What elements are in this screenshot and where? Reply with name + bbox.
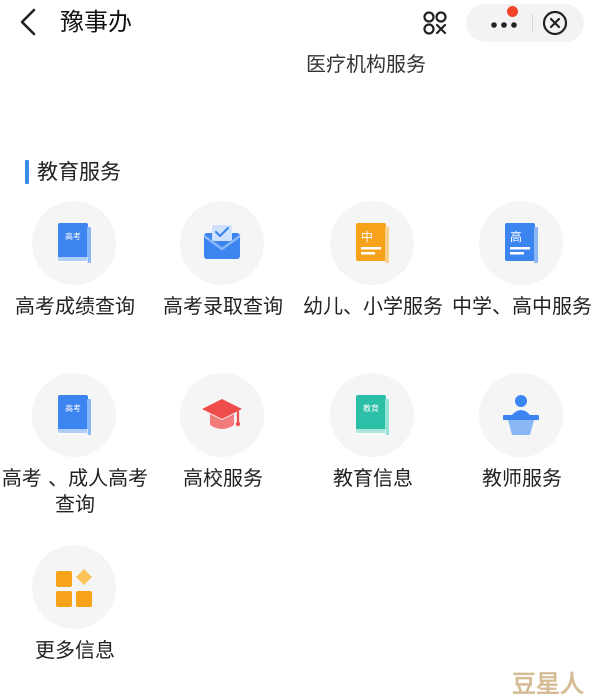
gaokao-book-icon: 高考 (58, 223, 91, 263)
book-icon-text: 高考 (65, 403, 81, 413)
grid-more-icon (56, 569, 92, 607)
section-title: 教育服务 (37, 160, 121, 184)
service-tile-label: 幼儿、小学服务 (303, 294, 443, 318)
top-bar: 豫事办 (0, 0, 594, 46)
service-icon-circle (479, 373, 563, 457)
capsule-divider (532, 14, 533, 32)
service-tile-label: 高考 、成人高考查询 (1, 466, 149, 516)
graduation-cap-icon (202, 399, 242, 429)
service-tile-label: 中学、高中服务 (452, 294, 592, 318)
mail-check-icon (203, 225, 241, 259)
book-icon-text: 中 (361, 229, 373, 244)
primary-school-book-icon: 中 (356, 223, 389, 263)
book-icon-text: 高 (510, 229, 522, 244)
notification-dot (507, 6, 518, 17)
back-button[interactable] (14, 6, 44, 38)
book-icon-text: 高考 (65, 231, 81, 241)
service-icon-circle (32, 545, 116, 629)
teacher-podium-icon (503, 395, 539, 435)
service-icon-circle: 教育 (330, 373, 414, 457)
section-accent-bar (25, 160, 29, 184)
more-button[interactable] (486, 12, 526, 34)
mini-program-capsule (466, 4, 584, 42)
service-tile-label: 高校服务 (183, 466, 263, 490)
education-info-book-icon: 教育 (356, 395, 389, 435)
service-tile-label: 更多信息 (35, 638, 115, 662)
close-button[interactable] (542, 10, 568, 36)
service-icon-circle (180, 373, 264, 457)
high-school-book-icon: 高 (505, 223, 538, 263)
service-icon-circle: 中 (330, 201, 414, 285)
scan-button[interactable] (415, 4, 455, 42)
service-tile-label: 高考录取查询 (163, 294, 283, 318)
close-circle-icon (542, 10, 568, 36)
watermark: 豆星人 (512, 670, 584, 698)
service-icon-circle: 高考 (32, 201, 116, 285)
page-title: 豫事办 (60, 8, 132, 36)
service-icon-circle: 高 (479, 201, 563, 285)
service-tile-label: 教育信息 (333, 466, 413, 490)
book-icon-text: 教育 (363, 403, 379, 413)
adult-exam-book-icon: 高考 (58, 395, 91, 435)
more-dots-icon (491, 22, 517, 28)
service-tile-label: 教师服务 (482, 466, 562, 490)
service-tile-label: 高考成绩查询 (15, 294, 135, 318)
chevron-left-icon (20, 8, 36, 36)
service-icon-circle: 高考 (32, 373, 116, 457)
service-icon-circle (180, 201, 264, 285)
service-item-label[interactable]: 医疗机构服务 (306, 50, 426, 78)
scan-icon (423, 11, 447, 35)
